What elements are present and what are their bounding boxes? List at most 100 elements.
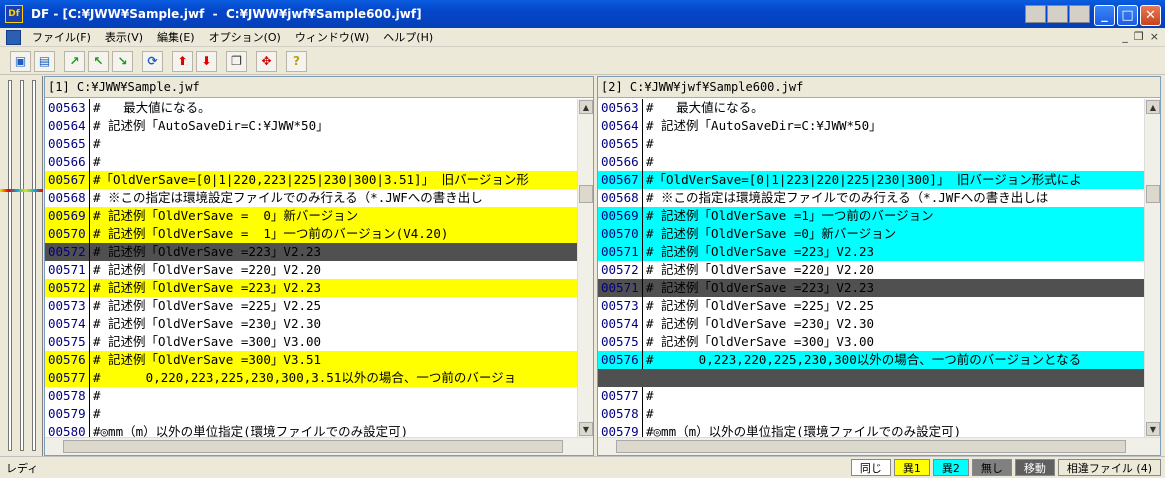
refresh-icon[interactable]: ⟳ [142, 50, 163, 72]
legend-item: 相違ファイル (4) [1057, 459, 1161, 476]
diff-line[interactable]: 00564 # 記述例「AutoSaveDir=C:¥JWW*50」 [45, 117, 577, 135]
minimize-button[interactable]: _ [1094, 5, 1115, 26]
status-text: レディ [6, 461, 39, 475]
diff-line[interactable]: 00574 # 記述例「OldVerSave =230」V2.30 [598, 315, 1144, 333]
line-text: # 記述例「OldVerSave =300」V3.51 [93, 352, 322, 367]
diff-line[interactable]: 00572 # 記述例「OldVerSave =223」V2.23 [45, 279, 577, 297]
menu-edit[interactable]: 編集(E) [150, 29, 202, 45]
diff-line[interactable]: 00579 # [45, 405, 577, 423]
diff-line[interactable]: 00573 # 記述例「OldVerSave =225」V2.25 [45, 297, 577, 315]
menu-view[interactable]: 表示(V) [98, 29, 150, 45]
move-down-icon[interactable]: ⬇ [196, 50, 217, 72]
diff-line[interactable]: 00569 # 記述例「OldVerSave =1」一つ前のバージョン [598, 207, 1144, 225]
left-horizontal-scrollbar[interactable] [45, 437, 593, 455]
maximize-button[interactable]: □ [1117, 5, 1138, 26]
diff-line[interactable]: 00579 #◎mm（m）以外の単位指定(環境ファイルでのみ設定可) [598, 423, 1144, 437]
diff-line[interactable]: 00577 # [598, 387, 1144, 405]
line-text: #◎mm（m）以外の単位指定(環境ファイルでのみ設定可) [646, 424, 962, 437]
left-scroll-down-button[interactable]: ▼ [579, 422, 593, 436]
line-number: 00563 [45, 99, 90, 117]
diff-line[interactable]: 00574 # 記述例「OldVerSave =230」V2.30 [45, 315, 577, 333]
help-icon[interactable]: ? [286, 50, 307, 72]
tray-monitor-icon[interactable] [1047, 5, 1068, 23]
mdi-restore-button[interactable]: ❐ [1134, 30, 1144, 43]
right-lines[interactable]: 00563 # 最大値になる。 00564 # 記述例「AutoSaveDir=C:¥… [598, 99, 1144, 437]
diff-line[interactable]: 00565 # [45, 135, 577, 153]
left-hscroll-thumb[interactable] [63, 440, 563, 453]
diff-line[interactable]: 00572 # 記述例「OldVerSave =220」V2.20 [598, 261, 1144, 279]
mdi-minimize-button[interactable]: _ [1122, 30, 1128, 43]
diff-line[interactable]: 00576 # 記述例「OldVerSave =300」V3.51 [45, 351, 577, 369]
right-vertical-scrollbar[interactable]: ▲ ▼ [1144, 99, 1160, 437]
line-text: # ※この指定は環境設定ファイルでのみ行える（*.JWFへの書き出しは [646, 190, 1049, 205]
line-text: #「OldVerSave=[0|1|220,223|225|230|300|3.… [93, 172, 529, 187]
diff-legend: 同じ 異1 異2 無し 移動 相違ファイル (4) [850, 459, 1161, 476]
menu-file[interactable]: ファイル(F) [25, 29, 98, 45]
menu-options[interactable]: オプション(O) [202, 29, 288, 45]
mdi-close-button[interactable]: × [1150, 30, 1159, 43]
diff-line[interactable]: 00577 # 0,220,223,225,230,300,3.51以外の場合、一… [45, 369, 577, 387]
right-scroll-thumb[interactable] [1146, 185, 1160, 203]
diff-line[interactable]: 00573 # 記述例「OldVerSave =225」V2.25 [598, 297, 1144, 315]
diff-line[interactable]: 00569 # 記述例「OldVerSave = 0」新バージョン [45, 207, 577, 225]
line-text: # 最大値になる。 [93, 100, 211, 115]
line-text: # [646, 388, 654, 403]
move-up-icon[interactable]: ⬆ [172, 50, 193, 72]
diff-line[interactable]: 00578 # [45, 387, 577, 405]
legend-item: 異2 [932, 459, 969, 476]
left-scroll-up-button[interactable]: ▲ [579, 100, 593, 114]
diff-line[interactable]: 00580 #◎mm（m）以外の単位指定(環境ファイルでのみ設定可) [45, 423, 577, 437]
close-button[interactable]: ✕ [1140, 5, 1161, 26]
line-number: 00566 [598, 153, 643, 171]
next-diff-icon[interactable]: ↗ [64, 50, 85, 72]
diff-line[interactable]: 00571 # 記述例「OldVerSave =220」V2.20 [45, 261, 577, 279]
diff-line[interactable]: 00576 # 0,223,220,225,230,300以外の場合、一つ前のバー… [598, 351, 1144, 369]
diff-line[interactable]: 00566 # [45, 153, 577, 171]
diff-line[interactable]: 00575 # 記述例「OldVerSave =300」V3.00 [598, 333, 1144, 351]
diff-line[interactable]: 00575 # 記述例「OldVerSave =300」V3.00 [45, 333, 577, 351]
diff-line[interactable]: 00578 # [598, 405, 1144, 423]
right-hscroll-thumb[interactable] [616, 440, 1126, 453]
diff-overview[interactable] [0, 76, 43, 456]
diff-line[interactable]: 00572 # 記述例「OldVerSave =223」V2.23 [45, 243, 577, 261]
prev-diff-icon[interactable]: ↖ [88, 50, 109, 72]
line-text: # 記述例「OldVerSave =300」V3.00 [646, 334, 875, 349]
menu-window[interactable]: ウィンドウ(W) [288, 29, 376, 45]
diff-line[interactable]: 00565 # [598, 135, 1144, 153]
tray-icons [1025, 5, 1090, 23]
diff-line[interactable]: 00571 # 記述例「OldVerSave =223」V2.23 [598, 279, 1144, 297]
diff-line[interactable]: 00563 # 最大値になる。 [45, 99, 577, 117]
right-scroll-up-button[interactable]: ▲ [1146, 100, 1160, 114]
diff-line[interactable]: 00567 #「OldVerSave=[0|1|223|220|225|230|3… [598, 171, 1144, 189]
diff-line[interactable]: 00567 #「OldVerSave=[0|1|220,223|225|230|3… [45, 171, 577, 189]
left-vertical-scrollbar[interactable]: ▲ ▼ [577, 99, 593, 437]
diff-line[interactable]: 00563 # 最大値になる。 [598, 99, 1144, 117]
title-bar: Df DF - [C:¥JWW¥Sample.jwf - C:¥JWW¥jwf¥… [0, 0, 1165, 28]
open-pair-icon[interactable]: ▣ [10, 50, 31, 72]
left-scroll-thumb[interactable] [579, 185, 593, 203]
toolbar: ▣ ▤ ↗ ↖ ↘ ⟳ ⬆ ⬇ ❐ ✥ ? [0, 48, 1165, 75]
line-text: # 記述例「AutoSaveDir=C:¥JWW*50」 [646, 118, 882, 133]
swap-diff-icon[interactable]: ↘ [112, 50, 133, 72]
diff-line[interactable]: 00568 # ※この指定は環境設定ファイルでのみ行える（*.JWFへの書き出しは [598, 189, 1144, 207]
right-scroll-down-button[interactable]: ▼ [1146, 422, 1160, 436]
diff-line[interactable]: 00566 # [598, 153, 1144, 171]
right-horizontal-scrollbar[interactable] [598, 437, 1160, 455]
diff-line[interactable]: 00570 # 記述例「OldVerSave =0」新バージョン [598, 225, 1144, 243]
tray-globe-icon[interactable] [1025, 5, 1046, 23]
left-lines[interactable]: 00563 # 最大値になる。 00564 # 記述例「AutoSaveDir=C:¥… [45, 99, 577, 437]
line-text: # 記述例「OldVerSave =225」V2.25 [646, 298, 875, 313]
line-number: 00577 [598, 387, 643, 405]
tray-app-icon[interactable] [1069, 5, 1090, 23]
open-icon[interactable]: ▤ [34, 50, 55, 72]
line-text: # [646, 154, 654, 169]
copy-icon[interactable]: ❐ [226, 50, 247, 72]
diff-line[interactable]: 00571 # 記述例「OldVerSave =223」V2.23 [598, 243, 1144, 261]
diff-line[interactable]: 00568 # ※この指定は環境設定ファイルでのみ行える（*.JWFへの書き出し [45, 189, 577, 207]
diff-line[interactable]: 00570 # 記述例「OldVerSave = 1」一つ前のバージョン(V4.2… [45, 225, 577, 243]
diff-line[interactable] [598, 369, 1144, 387]
diff-line[interactable]: 00564 # 記述例「AutoSaveDir=C:¥JWW*50」 [598, 117, 1144, 135]
document-icon[interactable] [6, 29, 21, 45]
split-icon[interactable]: ✥ [256, 50, 277, 72]
menu-help[interactable]: ヘルプ(H) [376, 29, 440, 45]
